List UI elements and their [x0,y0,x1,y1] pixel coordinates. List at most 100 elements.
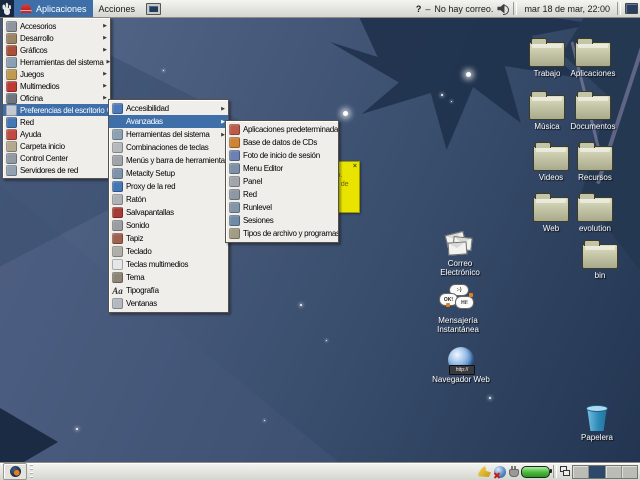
menu-item-label: Desarrollo [20,34,98,43]
menu-item[interactable]: Carpeta inicio [3,140,110,152]
desktop-icon-evolution[interactable]: evolution [566,192,624,233]
menu-item[interactable]: Juegos▶ [3,68,110,80]
folder-icon [533,146,569,171]
toolbar-icon [112,155,123,166]
desktop-icon-papelera[interactable]: Papelera [568,405,626,442]
menu-item[interactable]: Tapiz [109,232,228,245]
briefcase-icon [6,93,17,104]
menu-item[interactable]: Runlevel [226,201,338,214]
menu-item-label: Accesorios [20,22,98,31]
login-photo-icon [229,150,240,161]
star [441,94,443,96]
menu-item-label: Teclas multimedios [126,260,216,269]
update-alert-icon[interactable] [478,466,491,477]
desktop-icon-navegador-web[interactable]: http:// Navegador Web [432,347,490,384]
battery-icon[interactable] [521,466,550,478]
folder-icon [533,197,569,222]
desktop-icon-label: Mensajería Instantánea [429,316,487,334]
actions-menu-button[interactable]: Acciones [93,0,142,17]
menu-item[interactable]: Foto de inicio de sesión [226,149,338,162]
menu-item[interactable]: Panel [226,175,338,188]
network-offline-icon[interactable] [494,466,506,478]
menu-item[interactable]: Teclado [109,245,228,258]
submenu-arrow-icon: ▶ [101,47,107,53]
top-panel: Aplicaciones Acciones ? – No hay correo.… [0,0,640,18]
gnome-foot-icon[interactable] [0,0,14,17]
desktop-icon-mensajeria-instantanea[interactable]: :-) OK! Hi! Mensajería Instantánea [429,284,487,334]
chat-bubble-hi: Hi! [455,296,474,309]
menu-item[interactable]: Gráficos▶ [3,44,110,56]
desktop-icon-bin[interactable]: bin [571,239,629,280]
menu-item[interactable]: Ratón [109,193,228,206]
desktop-icon-label: bin [595,271,606,280]
menu-item[interactable]: Herramientas del sistema▶ [3,56,110,68]
desktop-icon-label: Música [534,122,559,131]
workspace-switcher[interactable] [572,465,638,479]
panel-handle[interactable] [29,464,34,479]
workspace-3[interactable] [606,466,622,478]
desktop-icon-label: evolution [579,224,611,233]
menu-item[interactable]: Ayuda [3,128,110,140]
scissors-icon [6,21,17,32]
monitor-launcher-button[interactable] [145,1,162,16]
menu-item[interactable]: Sonido [109,219,228,232]
menu-item[interactable]: AaTipografía [109,284,228,297]
menu-item-label: Combinaciones de teclas [126,143,216,152]
star [489,397,491,399]
menu-item[interactable]: Multimedios▶ [3,80,110,92]
menu-item[interactable]: Accesorios▶ [3,20,110,32]
menu-item-label: Menu Editor [243,164,326,173]
menu-item[interactable]: Servidores de red [3,164,110,176]
menu-item[interactable]: Tipos de archivo y programas [226,227,338,240]
folder-icon [577,146,613,171]
menu-item[interactable]: Tema [109,271,228,284]
panel-icon [229,176,240,187]
power-plug-icon[interactable] [509,466,518,477]
monitor-icon [146,3,161,15]
note-close-icon[interactable]: × [353,163,357,170]
desktop-icon-recursos[interactable]: Recursos [566,141,624,182]
mail-applet-placeholder-icon[interactable]: ? [416,4,422,14]
menu-item[interactable]: Menús y barra de herramientas [109,154,228,167]
workspace-2[interactable] [589,466,605,478]
app-launcher-button[interactable] [3,463,27,480]
desktop-icon-correo-electronico[interactable]: Correo Electrónico [431,231,489,277]
menu-item[interactable]: Herramientas del sistema▶ [109,128,228,141]
desktop-icon-label: Videos [539,173,563,182]
menu-item[interactable]: Oficina▶ [3,92,110,104]
menu-item[interactable]: Metacity Setup [109,167,228,180]
menu-item[interactable]: Ventanas [109,297,228,310]
menu-item[interactable]: Combinaciones de teclas [109,141,228,154]
menu-item[interactable]: Aplicaciones predeterminadas [226,123,338,136]
submenu-arrow-icon: ▶ [101,35,107,41]
globe-icon: http:// [448,347,474,373]
menu-item[interactable]: Salvapantallas [109,206,228,219]
workspace-1[interactable] [573,466,589,478]
menu-item[interactable]: Desarrollo▶ [3,32,110,44]
menu-item[interactable]: Accesibilidad▶ [109,102,228,115]
help-icon [6,129,17,140]
menu-item[interactable]: Proxy de la red [109,180,228,193]
font-icon: Aa [112,285,123,296]
volume-icon[interactable] [497,4,509,14]
desktop-icon-aplicaciones[interactable]: Aplicaciones [564,37,622,78]
clock[interactable]: mar 18 de mar, 22:00 [521,4,613,14]
menu-item[interactable]: Avanzadas▶ [109,115,228,128]
menu-item[interactable]: Base de datos de CDs [226,136,338,149]
menu-item[interactable]: Teclas multimedios [109,258,228,271]
star [326,340,327,341]
menu-item[interactable]: Preferencias del escritorio▶ [3,104,110,116]
workspace-4[interactable] [622,466,637,478]
menu-item[interactable]: Menu Editor [226,162,338,175]
desktop-icon-label: Documentos [571,122,616,131]
menu-item[interactable]: Red [226,188,338,201]
mail-status-text[interactable]: No hay correo. [434,4,493,14]
applications-menu-button[interactable]: Aplicaciones [14,0,93,17]
window-thumbnails-icon[interactable] [560,465,569,478]
menu-item[interactable]: Control Center [3,152,110,164]
menu-item[interactable]: Red [3,116,110,128]
screen-applet-icon[interactable] [625,3,638,14]
menu-item[interactable]: Sesiones [226,214,338,227]
desktop-icon-documentos[interactable]: Documentos [564,90,622,131]
speaker-red-icon [6,81,17,92]
